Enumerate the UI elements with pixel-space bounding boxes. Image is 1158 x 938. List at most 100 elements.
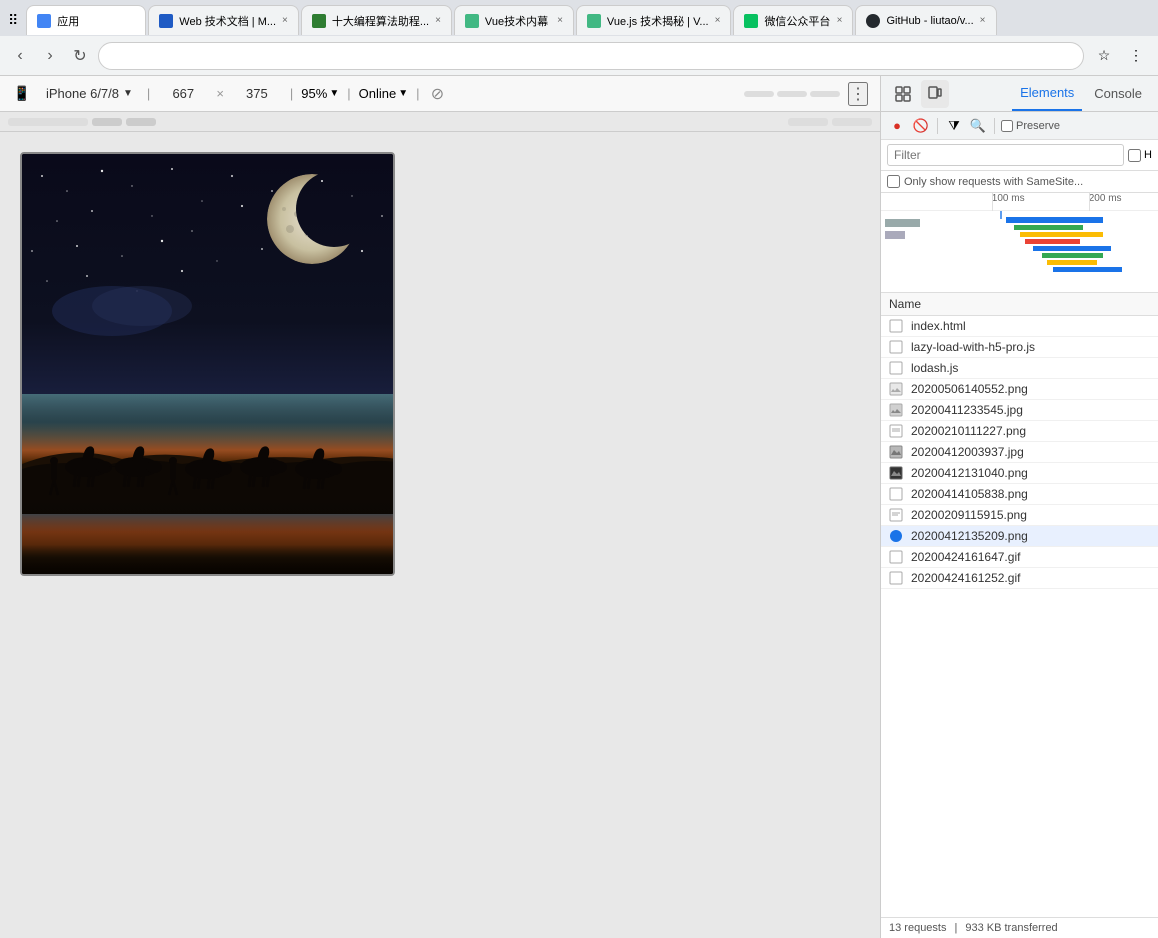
inspect-button[interactable] <box>889 80 917 108</box>
bar-green-2 <box>1042 253 1103 258</box>
more-button[interactable]: ⋮ <box>848 82 868 106</box>
file-item-png5[interactable]: 20200209115915.png <box>881 505 1158 526</box>
file-item-lazy-load[interactable]: lazy-load-with-h5-pro.js <box>881 337 1158 358</box>
online-dropdown-icon: ▼ <box>398 88 408 99</box>
file-item-jpg2[interactable]: 20200412003937.jpg <box>881 442 1158 463</box>
file-list[interactable]: index.html lazy-load-with-h5-pro.js loda… <box>881 316 1158 917</box>
hide-data-urls-label[interactable]: H <box>1128 149 1152 162</box>
zoom-selector[interactable]: 95% ▼ <box>301 86 339 101</box>
device-selector[interactable]: iPhone 6/7/8 ▼ <box>40 84 139 103</box>
file-name-png1: 20200506140552.png <box>911 382 1150 396</box>
address-bar[interactable] <box>98 42 1084 70</box>
file-item-png2[interactable]: 20200210111227.png <box>881 421 1158 442</box>
tab-webdocs[interactable]: Web 技术文档 | M... × <box>148 5 299 35</box>
timeline-100ms: 100 ms <box>992 193 1025 204</box>
bookmark-button[interactable]: ☆ <box>1090 42 1118 70</box>
file-icon-png6 <box>889 529 903 543</box>
zoom-dropdown-icon: ▼ <box>329 88 339 99</box>
online-status: Online <box>359 86 397 101</box>
file-name-png3: 20200412131040.png <box>911 466 1150 480</box>
dim-separator: | <box>147 86 150 101</box>
hide-data-urls-checkbox[interactable] <box>1128 149 1141 162</box>
back-button[interactable]: ‹ <box>8 44 32 68</box>
apps-icon[interactable]: ⠿ <box>8 12 18 29</box>
file-item-png1[interactable]: 20200506140552.png <box>881 379 1158 400</box>
ground-dark <box>22 499 395 574</box>
file-icon-lodash <box>889 361 903 375</box>
file-name-lodash: lodash.js <box>911 361 1150 375</box>
scroll-nav-row <box>0 112 880 132</box>
tab-wechat[interactable]: 微信公众平台 × <box>733 5 853 35</box>
height-input[interactable] <box>232 86 282 101</box>
forward-button[interactable]: › <box>38 44 62 68</box>
tab-favicon-5 <box>587 14 601 28</box>
search-button[interactable]: 🔍 <box>968 116 988 136</box>
tab-elements[interactable]: Elements <box>1012 76 1082 111</box>
tab-console[interactable]: Console <box>1086 76 1150 111</box>
tab-close-5[interactable]: × <box>715 15 721 26</box>
file-item-jpg1[interactable]: 20200411233545.jpg <box>881 400 1158 421</box>
samesite-filter-row: Only show requests with SameSite... <box>881 171 1158 193</box>
moon-svg <box>262 169 362 269</box>
file-item-lodash[interactable]: lodash.js <box>881 358 1158 379</box>
tab-algo[interactable]: 十大编程算法助程... × <box>301 5 452 35</box>
tab-close-3[interactable]: × <box>435 15 441 26</box>
bar-blue-2 <box>1033 246 1111 251</box>
file-item-gif2[interactable]: 20200424161252.gif <box>881 568 1158 589</box>
device-toggle-button[interactable] <box>921 80 949 108</box>
filter-bar: H <box>881 140 1158 171</box>
file-name-png6: 20200412135209.png <box>911 529 1150 543</box>
timeline-bars <box>881 211 1158 219</box>
tab-vue2[interactable]: Vue.js 技术揭秘 | V... × <box>576 5 732 35</box>
tab-apps[interactable]: 应用 <box>26 5 146 35</box>
scroll-bar-3 <box>810 91 840 97</box>
tab-favicon-4 <box>465 14 479 28</box>
name-column-header: Name <box>881 293 1158 316</box>
preserve-checkbox[interactable] <box>1001 120 1013 132</box>
tab-github[interactable]: GitHub - liutao/v... × <box>855 5 996 35</box>
file-icon-png1 <box>889 382 903 396</box>
file-item-gif1[interactable]: 20200424161647.gif <box>881 547 1158 568</box>
file-icon-png3 <box>889 466 903 480</box>
responsive-icon[interactable]: 📱 <box>12 84 32 104</box>
file-item-png6[interactable]: 20200412135209.png <box>881 526 1158 547</box>
rotate-btn[interactable]: ⊘ <box>428 84 448 104</box>
bar-gray-1 <box>885 219 920 227</box>
tab-label: 应用 <box>57 13 135 29</box>
clear-button[interactable]: 🚫 <box>911 116 931 136</box>
file-name-png2: 20200210111227.png <box>911 424 1150 438</box>
tab-vue1[interactable]: Vue技术内幕 × <box>454 5 574 35</box>
tab-label-7: GitHub - liutao/v... <box>886 15 973 27</box>
file-item-png3[interactable]: 20200412131040.png <box>881 463 1158 484</box>
file-icon-gif2 <box>889 571 903 585</box>
online-selector[interactable]: Online ▼ <box>359 86 408 101</box>
width-input[interactable] <box>158 86 208 101</box>
tab-close-4[interactable]: × <box>557 15 563 26</box>
tab-label-2: Web 技术文档 | M... <box>179 13 276 29</box>
file-icon-html <box>889 319 903 333</box>
timeline-chart: 100 ms 200 ms <box>881 193 1158 293</box>
tab-label-6: 微信公众平台 <box>764 13 830 29</box>
tab-close-7[interactable]: × <box>980 15 986 26</box>
scroll-nav-4 <box>788 118 828 126</box>
file-name-jpg1: 20200411233545.jpg <box>911 403 1150 417</box>
samesite-checkbox[interactable] <box>887 175 900 188</box>
tab-favicon-3 <box>312 14 326 28</box>
file-item-png4[interactable]: 20200414105838.png <box>881 484 1158 505</box>
preserve-label[interactable]: Preserve <box>1001 120 1060 132</box>
record-button[interactable]: ● <box>887 116 907 136</box>
reload-button[interactable]: ↻ <box>68 44 92 68</box>
device-viewport[interactable] <box>0 132 880 938</box>
tab-close-6[interactable]: × <box>837 15 843 26</box>
filter-button[interactable]: ⧩ <box>944 116 964 136</box>
file-icon-png5 <box>889 508 903 522</box>
filter-input[interactable] <box>887 144 1124 166</box>
tab-favicon <box>37 14 51 28</box>
tab-label-3: 十大编程算法助程... <box>332 13 429 29</box>
file-icon-png2 <box>889 424 903 438</box>
file-name-gif2: 20200424161252.gif <box>911 571 1150 585</box>
tab-close-2[interactable]: × <box>282 15 288 26</box>
menu-button[interactable]: ⋮ <box>1122 42 1150 70</box>
toolbar-icons: ☆ ⋮ <box>1090 42 1150 70</box>
file-item-index-html[interactable]: index.html <box>881 316 1158 337</box>
